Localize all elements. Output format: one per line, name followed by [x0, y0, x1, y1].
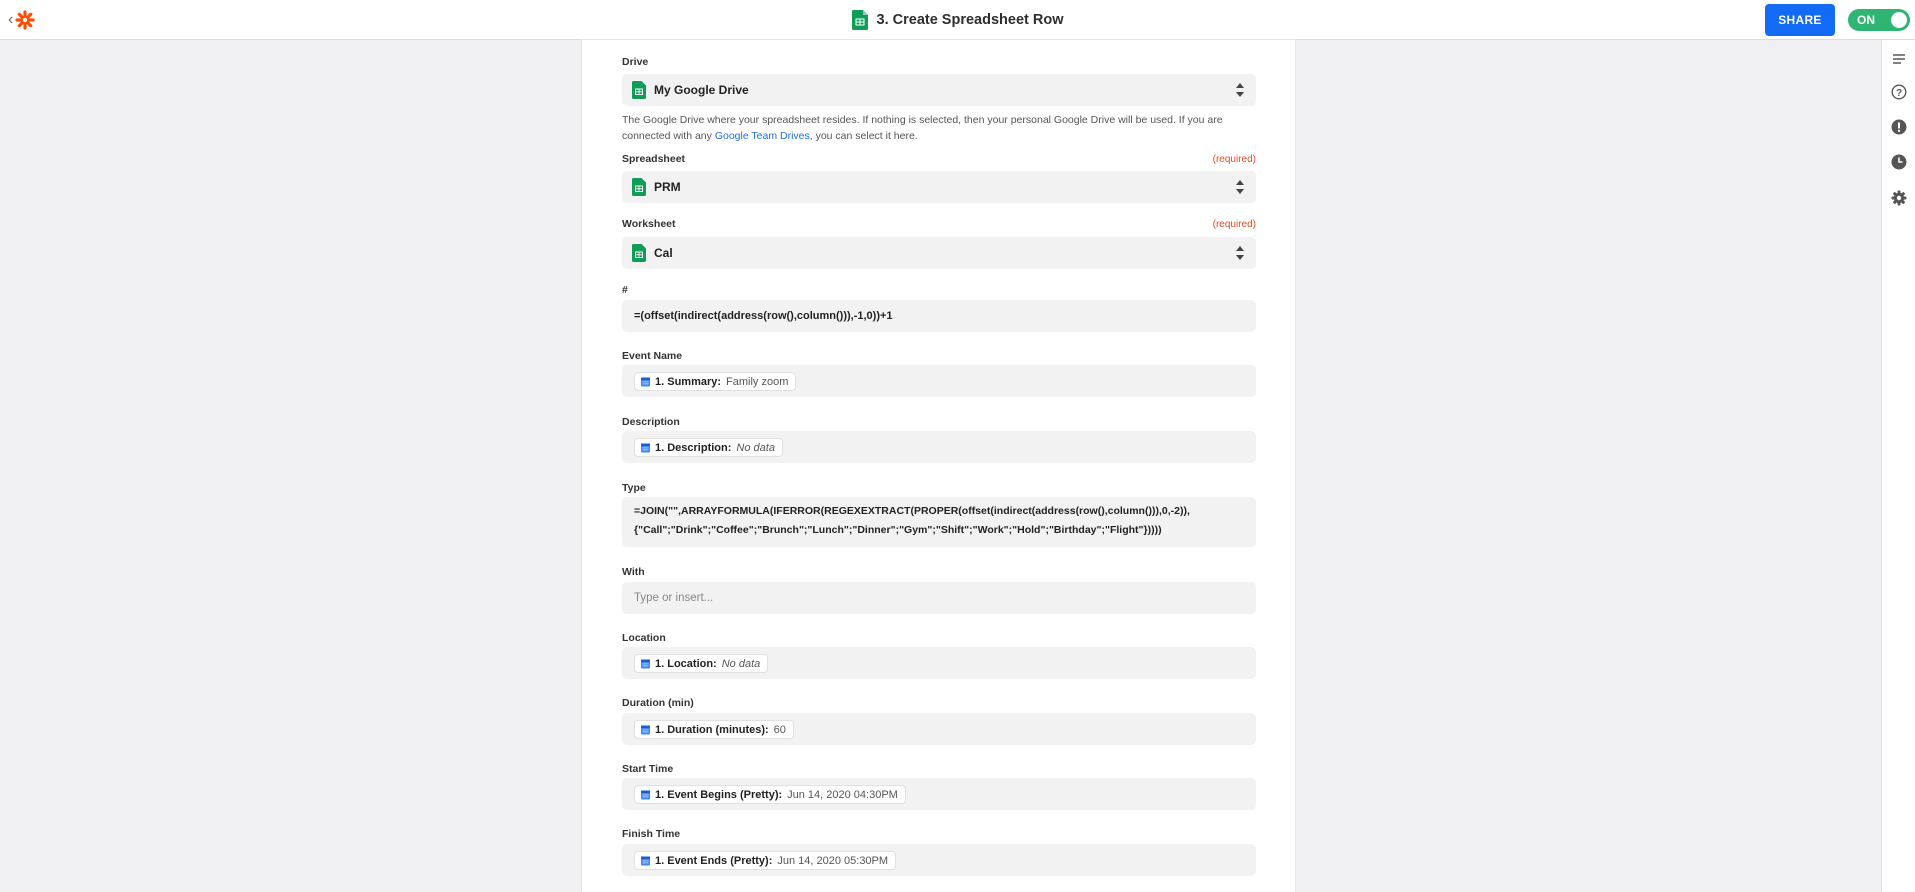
spreadsheet-select[interactable]: PRM [622, 171, 1256, 203]
field-description: Description 1. Description: No data [622, 416, 1256, 463]
field-drive: Drive My Google Drive The Google Drive w… [622, 56, 1256, 142]
chevron-left-icon: ‹ [8, 11, 14, 28]
drive-help-text: The Google Drive where your spreadsheet … [622, 114, 1223, 142]
field-spreadsheet: Spreadsheet (required) PRM [622, 153, 1256, 203]
alert-icon[interactable] [1890, 118, 1908, 136]
sort-arrows-icon [1236, 83, 1244, 97]
field-label: Type [622, 482, 646, 494]
svg-text:?: ? [1896, 88, 1902, 99]
required-indicator: (required) [1212, 219, 1256, 230]
mapped-field-pill[interactable]: 1. Duration (minutes): 60 [634, 720, 794, 739]
google-sheets-icon [632, 178, 646, 196]
action-form-panel: Drive My Google Drive The Google Drive w… [582, 40, 1295, 892]
help-icon[interactable]: ? [1890, 83, 1908, 101]
sort-arrows-icon [1236, 180, 1244, 194]
google-sheets-icon [851, 10, 868, 30]
google-sheets-icon [632, 81, 646, 99]
field-type: Type =JOIN("",ARRAYFORMULA(IFERROR(REGEX… [622, 482, 1256, 547]
number-input[interactable]: =(offset(indirect(address(row(),column()… [622, 300, 1256, 332]
sort-arrows-icon [1236, 246, 1244, 260]
toggle-label: ON [1857, 13, 1875, 27]
calendar-icon [641, 790, 650, 799]
worksheet-value: Cal [654, 246, 673, 260]
location-input[interactable]: 1. Location: No data [622, 647, 1256, 679]
start-time-input[interactable]: 1. Event Begins (Pretty): Jun 14, 2020 0… [622, 778, 1256, 810]
calendar-icon [641, 725, 650, 734]
field-with: With Type or insert... [622, 566, 1256, 614]
calendar-icon [641, 856, 650, 865]
calendar-icon [641, 377, 650, 386]
calendar-icon [641, 443, 650, 452]
field-label: Worksheet [622, 218, 676, 230]
zap-on-toggle[interactable]: ON [1848, 9, 1910, 31]
field-label: Event Name [622, 350, 683, 362]
field-label: With [622, 566, 645, 578]
mapped-field-pill[interactable]: 1. Description: No data [634, 438, 783, 457]
field-label: Duration (min) [622, 697, 694, 709]
drive-select[interactable]: My Google Drive [622, 74, 1256, 106]
finish-time-input[interactable]: 1. Event Ends (Pretty): Jun 14, 2020 05:… [622, 844, 1256, 876]
field-worksheet: Worksheet (required) Cal [622, 218, 1256, 269]
gear-icon[interactable] [1890, 189, 1908, 207]
type-input[interactable]: =JOIN("",ARRAYFORMULA(IFERROR(REGEXEXTRA… [622, 497, 1256, 547]
details-icon[interactable] [1890, 50, 1908, 68]
field-label: Start Time [622, 763, 674, 775]
with-input[interactable]: Type or insert... [622, 582, 1256, 614]
share-button[interactable]: SHARE [1765, 4, 1835, 36]
mapped-field-pill[interactable]: 1. Event Ends (Pretty): Jun 14, 2020 05:… [634, 851, 897, 870]
required-indicator: (required) [1212, 154, 1256, 165]
drive-value: My Google Drive [654, 83, 749, 97]
field-number: # =(offset(indirect(address(row(),column… [622, 284, 1256, 332]
field-label: # [622, 284, 628, 296]
duration-input[interactable]: 1. Duration (minutes): 60 [622, 713, 1256, 745]
mapped-field-pill[interactable]: 1. Event Begins (Pretty): Jun 14, 2020 0… [634, 785, 906, 804]
field-label: Spreadsheet [622, 153, 686, 165]
history-icon[interactable] [1890, 153, 1908, 171]
zapier-logo-icon [15, 10, 35, 30]
mapped-field-pill[interactable]: 1. Summary: Family zoom [634, 372, 797, 391]
description-input[interactable]: 1. Description: No data [622, 431, 1256, 463]
field-label: Drive [622, 56, 649, 68]
spreadsheet-value: PRM [654, 180, 681, 194]
google-sheets-icon [632, 244, 646, 262]
title-area: 3. Create Spreadsheet Row [0, 0, 1915, 40]
field-start-time: Start Time 1. Event Begins (Pretty): Jun… [622, 763, 1256, 810]
number-value: =(offset(indirect(address(row(),column()… [634, 310, 893, 322]
google-team-drives-link[interactable]: Google Team Drives [715, 130, 810, 142]
field-label: Finish Time [622, 828, 681, 840]
toggle-knob [1891, 12, 1907, 28]
event-name-input[interactable]: 1. Summary: Family zoom [622, 365, 1256, 397]
field-location: Location 1. Location: No data [622, 632, 1256, 679]
right-rail: ? [1881, 40, 1915, 892]
calendar-icon [641, 659, 650, 668]
back-button[interactable]: ‹ [8, 10, 35, 30]
field-event-name: Event Name 1. Summary: Family zoom [622, 350, 1256, 397]
worksheet-select[interactable]: Cal [622, 237, 1256, 269]
type-formula: =JOIN("",ARRAYFORMULA(IFERROR(REGEXEXTRA… [634, 505, 1190, 536]
field-label: Description [622, 416, 680, 428]
with-placeholder: Type or insert... [634, 592, 714, 604]
mapped-field-pill[interactable]: 1. Location: No data [634, 654, 769, 673]
top-bar: ‹ 3. Create Spreadsheet Row SHARE ON [0, 0, 1915, 40]
page-title: 3. Create Spreadsheet Row [876, 12, 1064, 28]
field-duration: Duration (min) 1. Duration (minutes): 60 [622, 697, 1256, 745]
field-label: Location [622, 632, 666, 644]
field-finish-time: Finish Time 1. Event Ends (Pretty): Jun … [622, 828, 1256, 876]
